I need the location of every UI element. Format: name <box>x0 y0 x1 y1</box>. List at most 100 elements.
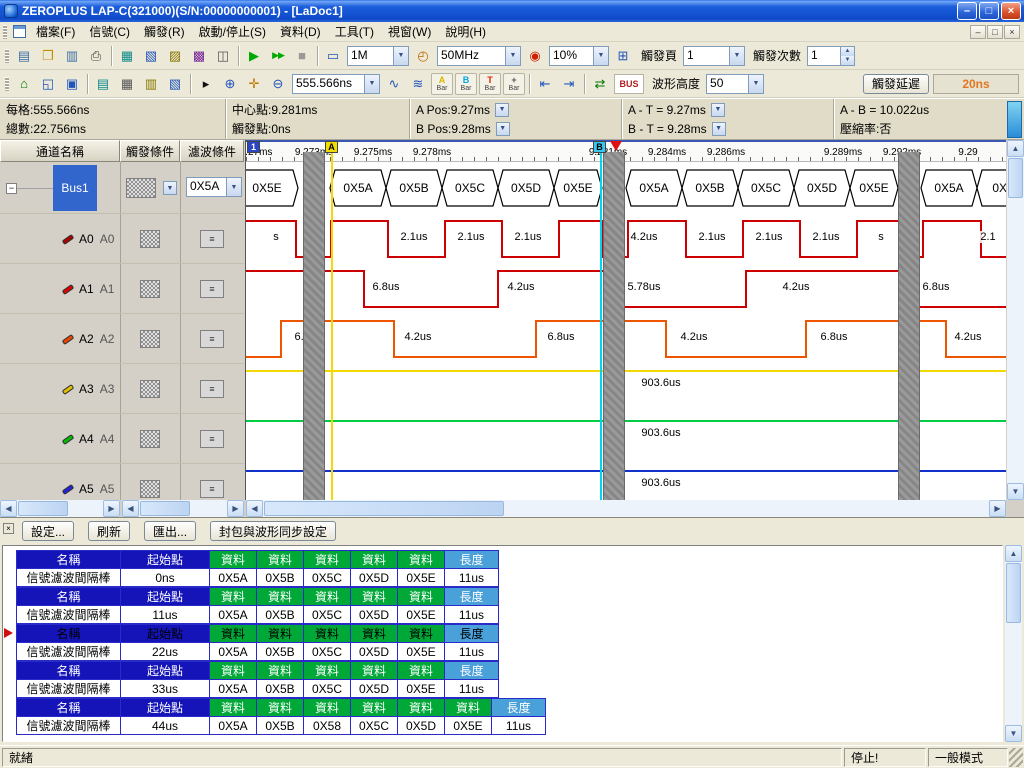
zoom-out-icon[interactable]: ⊖ <box>266 73 290 95</box>
channel-filter-condition-box[interactable]: ≡ <box>200 380 224 398</box>
vertical-scroll-thumb[interactable] <box>1008 158 1023 198</box>
waveform-row-A3[interactable]: 903.6us <box>246 364 1006 414</box>
time-ruler[interactable]: 9.27ms9.273ms9.275ms9.278ms9.281ms9.284m… <box>246 140 1006 162</box>
channel-filter-condition-box[interactable]: ≡ <box>200 430 224 448</box>
settings-button[interactable]: 設定... <box>22 521 74 541</box>
channel-row-A3[interactable]: A3A3≡ <box>0 364 244 414</box>
bus-setup-icon[interactable]: ▧ <box>139 45 163 67</box>
packet-block-3[interactable]: 名稱起始點資料資料資料資料資料長度信號濾波間隔棒22us0X5A0X5B0X5C… <box>17 624 546 661</box>
scroll-left-arrow[interactable]: ◀ <box>246 500 263 517</box>
hand-tool-icon[interactable]: ✛ <box>242 73 266 95</box>
packet-block-5[interactable]: 名稱起始點資料資料資料資料資料資料長度信號濾波間隔棒44us0X5A0X5B0X… <box>17 698 546 735</box>
waveform-row-A4[interactable]: 903.6us <box>246 414 1006 464</box>
tree-collapse-toggle[interactable]: − <box>6 183 17 194</box>
memory-depth-icon[interactable]: ▭ <box>321 45 345 67</box>
trigger-position-icon[interactable]: ◉ <box>523 45 547 67</box>
channel-name-hscrollbar[interactable]: ◀ ▶ <box>0 500 120 517</box>
add-bar-button[interactable]: +Bar <box>503 73 525 95</box>
channel-filter-condition-box[interactable]: ≡ <box>200 280 224 298</box>
list-view-icon[interactable]: ▤ <box>91 73 115 95</box>
packet-panel-close-icon[interactable]: × <box>3 523 14 534</box>
bus-filter-combo[interactable]: 0X5A ▼ <box>186 177 242 197</box>
find-prev-icon[interactable]: ⇤ <box>533 73 557 95</box>
scroll-left-arrow[interactable]: ◀ <box>0 500 17 517</box>
sample-rate-combo[interactable]: 50MHz▼ <box>437 46 521 66</box>
memory-depth-combo-dropdown[interactable]: ▼ <box>393 47 408 65</box>
wave-expand-icon[interactable]: ∿ <box>382 73 406 95</box>
channel-filter-condition-box[interactable]: ≡ <box>200 480 224 498</box>
menu-item-2[interactable]: 觸發(R) <box>137 23 192 41</box>
condition-hscrollbar[interactable]: ◀ ▶ <box>122 500 244 517</box>
channel-filter-condition-box[interactable]: ≡ <box>200 230 224 248</box>
channel-trigger-condition-box[interactable] <box>140 380 160 398</box>
waveform-vertical-scrollbar[interactable]: ▲ ▼ <box>1007 140 1024 500</box>
menu-item-3[interactable]: 啟動/停止(S) <box>192 23 273 41</box>
grid-view-icon[interactable]: ▦ <box>115 73 139 95</box>
print-icon[interactable]: ⎙ <box>84 45 108 67</box>
waveform-area[interactable]: 9.27ms9.273ms9.275ms9.278ms9.281ms9.284m… <box>245 140 1006 500</box>
mdi-close-button[interactable]: × <box>1004 25 1020 39</box>
run-icon[interactable]: ▶ <box>242 45 266 67</box>
sample-rate-icon[interactable]: ◴ <box>411 45 435 67</box>
wave-height-combo[interactable]: 50▼ <box>706 74 764 94</box>
menu-item-7[interactable]: 說明(H) <box>438 23 493 41</box>
channel-trigger-condition-box[interactable] <box>140 430 160 448</box>
trigger-page-combo-dropdown[interactable]: ▼ <box>729 47 744 65</box>
trigger-page-icon[interactable]: ⊞ <box>611 45 635 67</box>
sampling-setup-icon[interactable]: ▦ <box>115 45 139 67</box>
packet-block-4[interactable]: 名稱起始點資料資料資料資料資料長度信號濾波間隔棒33us0X5A0X5B0X5C… <box>17 661 546 698</box>
stop-icon[interactable]: ■ <box>290 45 314 67</box>
toolbar1-grip[interactable] <box>5 49 9 63</box>
layout-view-icon[interactable]: ▧ <box>163 73 187 95</box>
scroll-right-arrow[interactable]: ▶ <box>227 500 244 517</box>
minimize-button[interactable]: – <box>957 2 977 20</box>
cursor-line-a[interactable] <box>331 152 333 500</box>
close-button[interactable]: × <box>1001 2 1021 20</box>
b-bar-button[interactable]: BBar <box>455 73 477 95</box>
channel-trigger-condition-box[interactable] <box>140 230 160 248</box>
open-file-icon[interactable]: ❒ <box>36 45 60 67</box>
compression-icon[interactable]: ⇄ <box>588 73 612 95</box>
bus-trigger-dropdown[interactable]: ▼ <box>163 181 177 195</box>
channel-trigger-condition-box[interactable] <box>140 330 160 348</box>
home-icon[interactable]: ⌂ <box>12 73 36 95</box>
bus-filter-dropdown[interactable]: ▼ <box>226 178 241 196</box>
trigger-page-combo[interactable]: 1▼ <box>683 46 745 66</box>
time-division-combo[interactable]: 555.566ns▼ <box>292 74 380 94</box>
a-pos-dropdown[interactable]: ▼ <box>495 103 509 117</box>
cursor-line-b[interactable] <box>600 152 602 500</box>
export-button[interactable]: 匯出... <box>144 521 196 541</box>
trigger-position-combo-dropdown[interactable]: ▼ <box>593 47 608 65</box>
trigger-setup-icon[interactable]: ▩ <box>187 45 211 67</box>
channel-trigger-condition-box[interactable] <box>140 280 160 298</box>
channel-row-A1[interactable]: A1A1≡ <box>0 264 244 314</box>
waveform-row-A0[interactable]: s2.1us2.1us2.1us4.2us2.1us2.1us2.1uss2.1 <box>246 214 1006 264</box>
maximize-button[interactable]: □ <box>979 2 999 20</box>
scroll-down-arrow[interactable]: ▼ <box>1007 483 1024 500</box>
trigger-delay-button[interactable]: 觸發延遲 <box>863 74 929 94</box>
channel-setup-icon[interactable]: ▨ <box>163 45 187 67</box>
waveform-row-A1[interactable]: 6.8us4.2us5.78us4.2us6.8us <box>246 264 1006 314</box>
mdi-restore-button[interactable]: □ <box>987 25 1003 39</box>
trigger-count-spin[interactable]: 1▲▼ <box>807 46 855 66</box>
packet-block-1[interactable]: 名稱起始點資料資料資料資料資料長度信號濾波間隔棒0ns0X5A0X5B0X5C0… <box>17 550 546 587</box>
bus-trigger-condition-box[interactable] <box>126 178 156 198</box>
menu-item-1[interactable]: 信號(C) <box>82 23 137 41</box>
waveform-row-A2[interactable]: 6.8us4.2us6.8us4.2us6.8us4.2us <box>246 314 1006 364</box>
menu-item-6[interactable]: 視窗(W) <box>381 23 438 41</box>
save-icon[interactable]: ▥ <box>60 45 84 67</box>
menu-item-5[interactable]: 工具(T) <box>328 23 381 41</box>
waveform-hscrollbar[interactable]: ◀ ▶ <box>246 500 1006 517</box>
scroll-right-arrow[interactable]: ▶ <box>989 500 1006 517</box>
scroll-down-arrow[interactable]: ▼ <box>1005 725 1022 742</box>
bus-name-cell[interactable]: Bus1 <box>53 165 97 211</box>
menubar-grip[interactable] <box>3 25 7 39</box>
find-next-icon[interactable]: ⇥ <box>557 73 581 95</box>
module-setup-icon[interactable]: ◫ <box>211 45 235 67</box>
channel-trigger-condition-box[interactable] <box>140 480 160 498</box>
scroll-left-arrow[interactable]: ◀ <box>122 500 139 517</box>
time-division-combo-dropdown[interactable]: ▼ <box>364 75 379 93</box>
zoom-in-icon[interactable]: ⊕ <box>218 73 242 95</box>
report-view-icon[interactable]: ▥ <box>139 73 163 95</box>
channel-row-A5[interactable]: A5A5≡ <box>0 464 244 500</box>
